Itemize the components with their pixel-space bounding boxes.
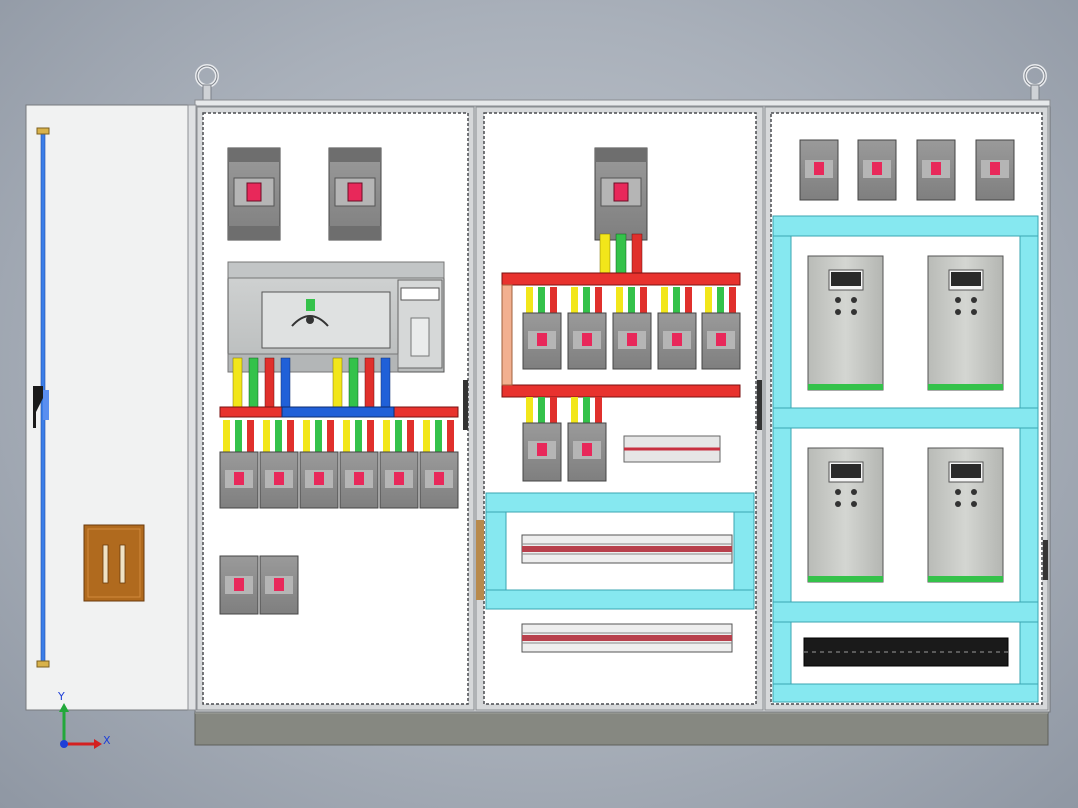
x-axis-label: X (103, 734, 111, 747)
soft-starter-2 (927, 255, 1004, 391)
soft-starter-4 (927, 447, 1004, 583)
soft-starter-1 (807, 255, 884, 391)
soft-starter-3 (807, 447, 884, 583)
transfer-switch (227, 261, 445, 373)
lifting-eye-left (195, 64, 219, 102)
door-latch (83, 524, 145, 602)
incoming-breaker-section-2 (594, 147, 648, 275)
axis-origin (60, 740, 68, 748)
main-breaker-2 (328, 147, 382, 241)
busbar-breakers-section-2 (522, 287, 741, 370)
lifting-eye-right (1023, 64, 1047, 102)
terminal-strip-section-3 (803, 637, 1009, 667)
y-axis-label: Y (57, 690, 65, 703)
terminal-block-section-2 (623, 435, 721, 463)
busbar-section-1 (219, 406, 459, 418)
open-door (25, 104, 197, 711)
electrical-cabinet-drawing: X Y (25, 64, 1051, 749)
main-breaker-1 (227, 147, 281, 241)
base-plinth (194, 707, 1049, 746)
